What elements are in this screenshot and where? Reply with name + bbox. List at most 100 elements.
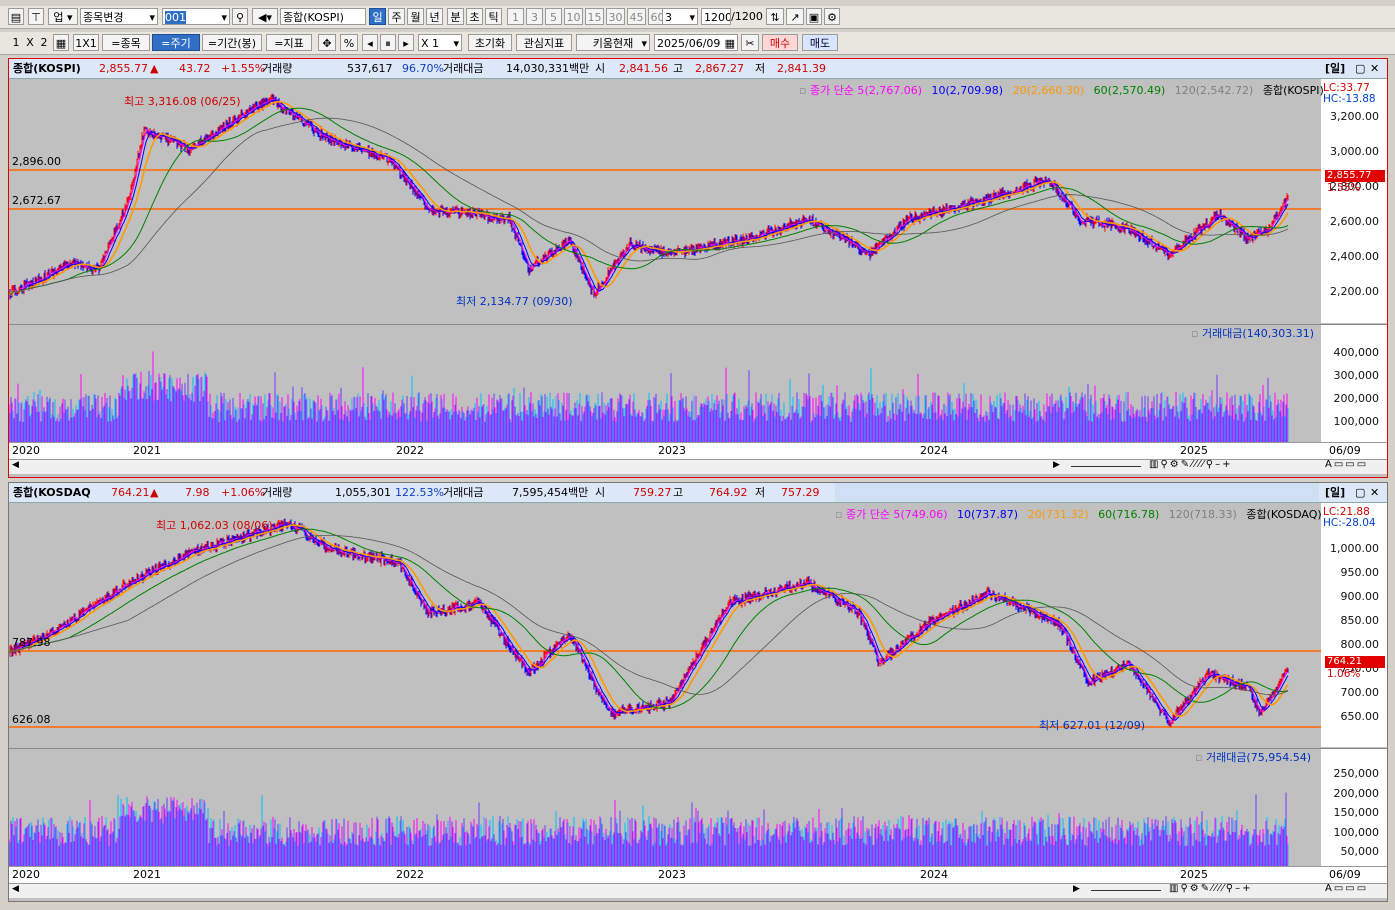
- kospi-volume-legend: ▫ 거래대금(140,303.31): [1191, 327, 1314, 340]
- interval-1[interactable]: 1: [507, 8, 524, 25]
- interval-10[interactable]: 10: [564, 8, 583, 25]
- search-icon[interactable]: ⚲: [232, 8, 248, 25]
- kospi-price-chart[interactable]: [9, 79, 1321, 323]
- layout-x[interactable]: X: [24, 34, 36, 51]
- kospi-tool-icons[interactable]: ▥⚲⚙✎⁄⁄⁄⁄⚲–+: [1149, 459, 1233, 470]
- trend-icon[interactable]: ↗: [786, 8, 804, 25]
- kospi-ma60: 60(2,570.49): [1093, 84, 1166, 97]
- kospi-ma20-line: [9, 100, 1289, 296]
- kospi-ma10: 10(2,709.98): [931, 84, 1004, 97]
- kospi-scroll-right-icon[interactable]: ▶: [1053, 460, 1060, 470]
- kosdaq-price-tag: 764.21: [1325, 656, 1385, 668]
- buy-button[interactable]: 매수: [762, 34, 798, 51]
- sound-icon[interactable]: ◀▾: [252, 8, 278, 25]
- kospi-change-pct: +1.55%: [221, 62, 266, 75]
- multiplier-select[interactable]: X 1 ▾: [418, 34, 462, 51]
- kosdaq-y-tick: 650.00: [1340, 710, 1380, 723]
- kospi-x-axis: 2020 2021 2022 2023 2024 2025 06/09: [9, 442, 1387, 459]
- kosdaq-volume-label: 거래량: [262, 486, 293, 499]
- interest-indicator-button[interactable]: 관심지표: [516, 34, 572, 51]
- kospi-header: 종합(KOSPI) 2,855.77 ▲ 43.72 +1.55% 거래량 53…: [9, 59, 1387, 79]
- count-select[interactable]: 3 ▾: [662, 8, 698, 25]
- period-second-tab[interactable]: 초: [466, 8, 483, 25]
- kospi-price-axis: 3,200.00 3,000.00 2,800.00 2,600.00 2,400.00…: [1321, 79, 1387, 323]
- pin-icon[interactable]: ⊤: [28, 8, 44, 25]
- interval-15[interactable]: 15: [585, 8, 604, 25]
- kospi-low-annotation: 최저 2,134.77 (09/30): [456, 295, 573, 308]
- kosdaq-ma60: 60(716.78): [1098, 508, 1160, 521]
- count-value: 3: [665, 11, 672, 24]
- kospi-volume-chart[interactable]: [9, 324, 1321, 442]
- stock-change-select[interactable]: 종목변경 ▾: [80, 8, 158, 25]
- period-tick-tab[interactable]: 틱: [485, 8, 502, 25]
- indicator-sync-button[interactable]: =지표: [266, 34, 312, 51]
- chart-type-icon[interactable]: ⇅: [766, 8, 784, 25]
- index-name-field[interactable]: 종합(KOSPI): [280, 8, 366, 25]
- kosdaq-low-label: 저: [755, 486, 766, 499]
- pause-icon[interactable]: ⏸: [380, 34, 396, 51]
- period-week-tab[interactable]: 주: [388, 8, 405, 25]
- kospi-zoom-slider[interactable]: [1071, 466, 1141, 467]
- interval-5[interactable]: 5: [545, 8, 562, 25]
- kospi-vol-tick: 300,000: [1333, 369, 1380, 382]
- kosdaq-high: 764.92: [709, 486, 748, 499]
- kospi-scroll-left-icon[interactable]: ◀: [12, 460, 19, 470]
- grid-icon[interactable]: ▦: [53, 34, 69, 51]
- kospi-price-tag: 2,855.77: [1325, 170, 1385, 182]
- interval-30[interactable]: 30: [606, 8, 625, 25]
- next-icon[interactable]: ▸: [398, 34, 414, 51]
- kospi-low: 2,841.39: [777, 62, 826, 75]
- kosdaq-close-icon[interactable]: ✕: [1370, 483, 1379, 502]
- kosdaq-volume-chart[interactable]: [9, 748, 1321, 866]
- date-value: 2025/06/09: [657, 37, 721, 50]
- stock-sync-button[interactable]: =종목: [102, 34, 150, 51]
- kospi-extra-icons[interactable]: A▭▭▭: [1325, 459, 1368, 470]
- kosdaq-period-tab[interactable]: [일]: [1325, 483, 1345, 502]
- kospi-x-label: 2021: [133, 444, 161, 457]
- kosdaq-price-chart[interactable]: [9, 503, 1321, 747]
- crosshair-icon[interactable]: ✥: [318, 34, 336, 51]
- sell-button[interactable]: 매도: [802, 34, 838, 51]
- chart-settings-icon[interactable]: ✂: [741, 34, 759, 51]
- interval-45[interactable]: 45: [627, 8, 646, 25]
- kiwoom-current-select[interactable]: 키움현재 ▾: [576, 34, 650, 51]
- kosdaq-ma-legend: ▫ 종가 단순 5(749.06) 10(737.87) 20(731.32) …: [835, 508, 1322, 521]
- kospi-close-icon[interactable]: ✕: [1370, 59, 1379, 78]
- kospi-vol-tick: 200,000: [1333, 392, 1380, 405]
- date-input[interactable]: 2025/06/09 ▦: [654, 34, 738, 51]
- window-layout-icon[interactable]: ▤: [8, 8, 24, 25]
- kosdaq-open-label: 시: [595, 486, 606, 499]
- kospi-volume-axis: 400,000 300,000 200,000 100,000: [1321, 324, 1387, 442]
- market-select[interactable]: 업 ▾: [48, 8, 78, 25]
- interval-3[interactable]: 3: [526, 8, 543, 25]
- period-sync-button[interactable]: =주기: [152, 34, 200, 51]
- kosdaq-maximize-icon[interactable]: ▢: [1355, 483, 1365, 502]
- period-day-tab[interactable]: 일: [369, 8, 386, 25]
- kospi-period-tab[interactable]: [일]: [1325, 59, 1345, 78]
- save-icon[interactable]: ▣: [806, 8, 822, 25]
- kospi-y-tick: 2,600.00: [1330, 215, 1379, 228]
- count-input[interactable]: 1200: [701, 8, 731, 25]
- period-year-tab[interactable]: 년: [426, 8, 443, 25]
- range-sync-button[interactable]: =기간(봉): [202, 34, 262, 51]
- kospi-scrollbar[interactable]: ◀ ▶ ▥⚲⚙✎⁄⁄⁄⁄⚲–+ A▭▭▭: [9, 459, 1387, 474]
- kospi-x-end-label: 06/09: [1329, 444, 1361, 457]
- layout-2[interactable]: 2: [38, 34, 50, 51]
- period-month-tab[interactable]: 월: [407, 8, 424, 25]
- calendar-icon[interactable]: ▦: [725, 35, 735, 50]
- kospi-high: 2,867.27: [695, 62, 744, 75]
- percent-button[interactable]: %: [340, 34, 358, 51]
- layout-1[interactable]: 1: [10, 34, 22, 51]
- gear-icon[interactable]: ⚙: [824, 8, 840, 25]
- stock-change-label: 종목변경: [83, 11, 124, 24]
- period-minute-tab[interactable]: 분: [447, 8, 464, 25]
- kosdaq-change: 7.98: [185, 486, 210, 499]
- kiwoom-current-label: 키움현재: [592, 37, 634, 50]
- code-input[interactable]: 001 ▾: [162, 8, 230, 25]
- reset-button[interactable]: 초기화: [468, 34, 512, 51]
- layout-1x1-button[interactable]: 1X1: [73, 34, 99, 51]
- kospi-ma120: 120(2,542.72): [1174, 84, 1254, 97]
- prev-icon[interactable]: ◂: [362, 34, 378, 51]
- kospi-maximize-icon[interactable]: ▢: [1355, 59, 1365, 78]
- kospi-ma-legend: ▫ 종가 단순 5(2,767.06) 10(2,709.98) 20(2,66…: [799, 84, 1324, 97]
